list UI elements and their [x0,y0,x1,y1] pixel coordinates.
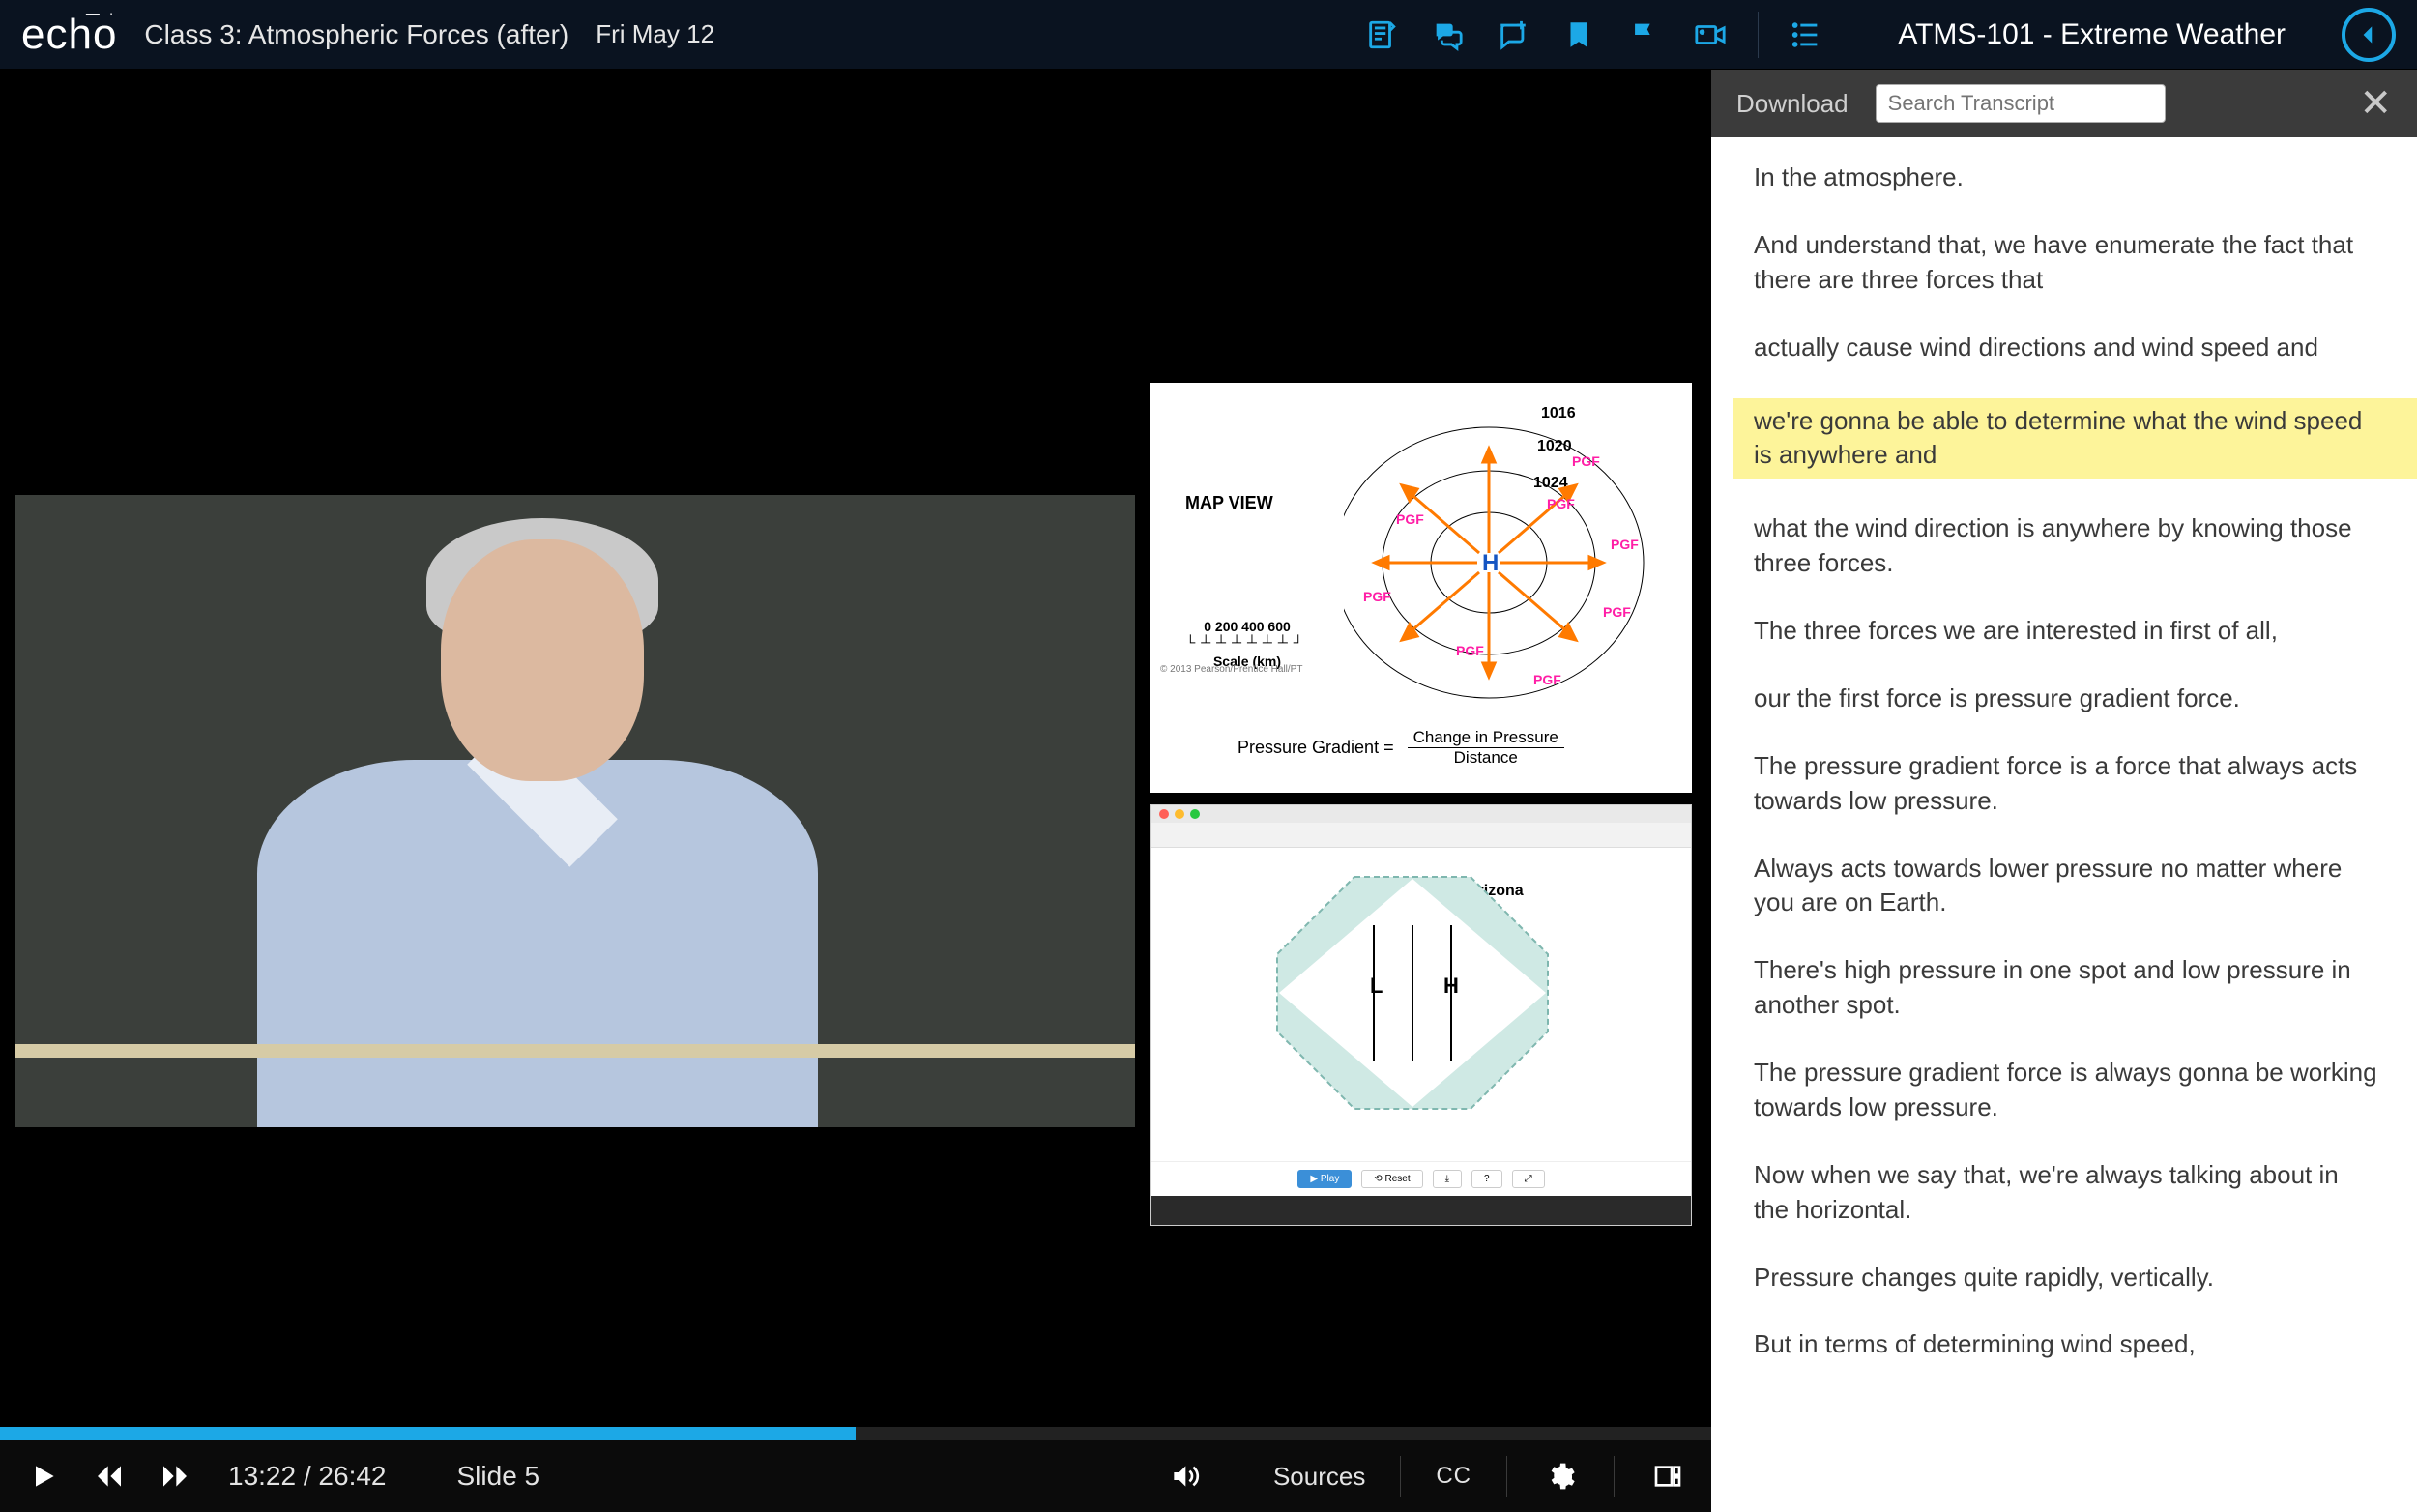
slide-b-footer: ▶ Play⟲ Reset⤓?⤢ [1151,1161,1691,1196]
transcript-line[interactable]: Pressure changes quite rapidly, vertical… [1754,1261,2378,1295]
slide-arizona: Arizona L H [1150,804,1692,1226]
svg-text:H: H [1482,550,1499,576]
cc-button[interactable]: CC [1436,1463,1471,1490]
transcript-line[interactable]: Now when we say that, we're always talki… [1754,1158,2378,1228]
formula-numerator: Change in Pressure [1408,728,1564,748]
transcript-line[interactable]: our the first force is pressure gradient… [1754,682,2378,716]
time-sep: / [304,1461,319,1491]
svg-text:1016: 1016 [1541,405,1576,422]
slide-a-title: MAP VIEW [1185,493,1273,513]
topbar-divider [1758,12,1759,58]
bookmark-icon[interactable] [1560,16,1597,53]
slide-indicator[interactable]: Slide 5 [457,1461,540,1492]
progress-fill [0,1427,856,1440]
transcript-line[interactable]: But in terms of determining wind speed, [1754,1327,2378,1362]
duration: 26:42 [318,1461,386,1491]
transcript-body[interactable]: In the atmosphere. And understand that, w… [1711,137,2417,1512]
camera-feed [15,495,1135,1127]
slide-a-source: © 2013 Pearson/Prentice Hall/PT [1160,664,1302,675]
transcript-line[interactable]: Always acts towards lower pressure no ma… [1754,852,2378,921]
collapse-panel-button[interactable] [2342,8,2396,62]
layout-button[interactable] [1649,1458,1686,1495]
current-time: 13:22 [228,1461,296,1491]
mac-window-controls [1151,805,1691,823]
slide-a-scale: 0 200 400 600 └┴┴┴┴┴┴┘ Scale (km) [1160,619,1334,669]
class-title: Class 3: Atmospheric Forces (after) [144,19,568,50]
forward-button[interactable] [157,1458,193,1495]
volume-button[interactable] [1166,1458,1203,1495]
slide-pgf-map: MAP VIEW 1016 1020 1024 H [1150,383,1692,793]
svg-text:PGF: PGF [1363,589,1391,604]
sources-button[interactable]: Sources [1273,1462,1365,1492]
transcript-line[interactable]: actually cause wind directions and wind … [1754,331,2378,365]
isobar-diagram: 1016 1020 1024 H [1344,398,1673,708]
video-stage[interactable]: MAP VIEW 1016 1020 1024 H [0,70,1711,1427]
instructor-figure [218,518,818,1127]
svg-text:PGF: PGF [1396,511,1424,527]
svg-text:PGF: PGF [1533,672,1561,687]
download-transcript[interactable]: Download [1736,89,1849,119]
transcript-line[interactable]: And understand that, we have enumerate t… [1754,228,2378,298]
formula-denominator: Distance [1454,748,1518,768]
transcript-line[interactable]: we're gonna be able to determine what th… [1733,398,2417,480]
formula-lhs: Pressure Gradient = [1238,738,1394,758]
brand-logo: echo — · [21,11,117,59]
top-icon-tray [1363,12,1824,58]
svg-text:1020: 1020 [1537,438,1572,454]
high-label: H [1443,974,1459,999]
transcript-line[interactable]: There's high pressure in one spot and lo… [1754,953,2378,1023]
transcript-line[interactable]: In the atmosphere. [1754,160,2378,195]
octagon-graphic [1267,867,1558,1119]
rewind-button[interactable] [91,1458,128,1495]
flag-icon[interactable] [1626,16,1663,53]
pgf-formula: Pressure Gradient = Change in Pressure D… [1238,728,1564,768]
transcript-header: Download ✕ [1711,70,2417,137]
app-root: echo — · Class 3: Atmospheric Forces (af… [0,0,2417,1512]
svg-text:PGF: PGF [1572,453,1600,469]
transcript-line[interactable]: The pressure gradient force is a force t… [1754,749,2378,819]
play-button[interactable] [25,1458,62,1495]
browser-chrome [1151,823,1691,848]
brand-accent: — · [86,5,117,20]
transcript-panel: Download ✕ In the atmosphere. And underst… [1711,70,2417,1512]
settings-button[interactable] [1542,1458,1579,1495]
player-column: MAP VIEW 1016 1020 1024 H [0,70,1711,1512]
class-date: Fri May 12 [596,19,714,49]
topbar: echo — · Class 3: Atmospheric Forces (af… [0,0,2417,70]
camera-feed-icon[interactable] [1692,16,1729,53]
add-note-icon[interactable] [1495,16,1531,53]
svg-text:PGF: PGF [1547,496,1575,511]
close-transcript-icon[interactable]: ✕ [2359,81,2392,126]
svg-text:PGF: PGF [1611,537,1639,552]
progress-bar[interactable] [0,1427,1711,1440]
scale-values: 0 200 400 600 [1160,619,1334,634]
svg-text:PGF: PGF [1456,643,1484,658]
notes-icon[interactable] [1363,16,1400,53]
body-split: MAP VIEW 1016 1020 1024 H [0,70,2417,1512]
transcript-line[interactable]: The pressure gradient force is always go… [1754,1056,2378,1125]
discussion-icon[interactable] [1429,16,1466,53]
time-display: 13:22 / 26:42 [228,1461,387,1492]
transcript-search-input[interactable] [1876,84,2166,123]
transcript-line[interactable]: The three forces we are interested in fi… [1754,614,2378,649]
player-controls: 13:22 / 26:42 Slide 5 Sources CC [0,1440,1711,1512]
transcript-line[interactable]: what the wind direction is anywhere by k… [1754,511,2378,581]
svg-text:PGF: PGF [1603,604,1631,620]
low-label: L [1370,974,1383,999]
outline-icon[interactable] [1788,16,1824,53]
course-title: ATMS-101 - Extreme Weather [1869,18,2315,51]
